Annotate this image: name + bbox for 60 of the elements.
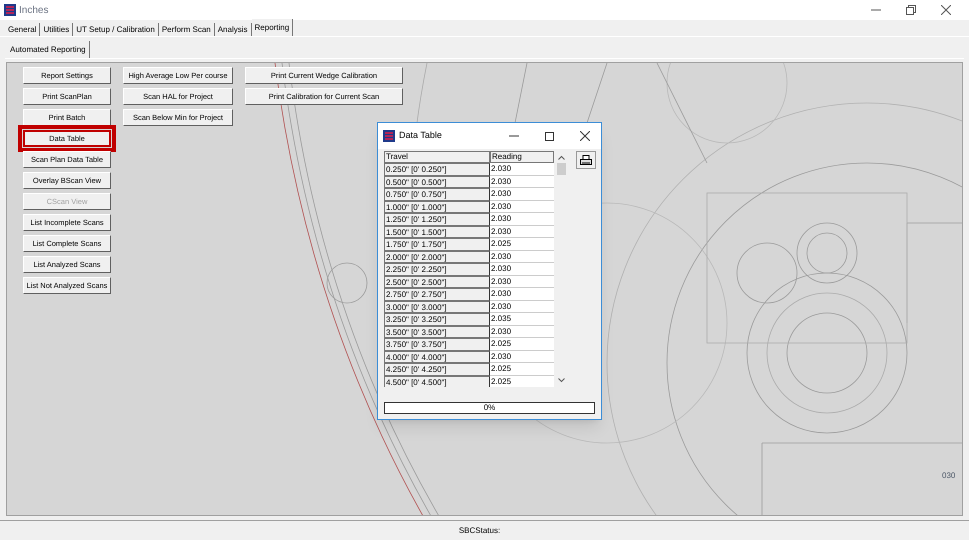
- row-header: 1.250" [0' 1.250"]: [384, 213, 490, 226]
- window-title: Inches: [19, 4, 48, 18]
- tab[interactable]: General: [5, 23, 40, 36]
- row-header: 0.500" [0' 0.500"]: [384, 176, 490, 188]
- row-header: 4.500" [0' 4.500"]: [384, 376, 490, 387]
- table-cell: 2.030: [490, 350, 554, 363]
- table-cell: 2.025: [490, 376, 554, 387]
- table-cell: 2.030: [490, 300, 554, 313]
- drawing-label: 030: [942, 470, 956, 482]
- row-header: 2.000" [0' 2.000"]: [384, 250, 490, 263]
- row-header: 0.250" [0' 0.250"]: [384, 163, 490, 176]
- scroll-up-icon[interactable]: [558, 155, 565, 160]
- close-icon[interactable]: [580, 131, 590, 141]
- scrollbar-thumb[interactable]: [557, 163, 566, 175]
- row-header: 0.750" [0' 0.750"]: [384, 188, 490, 200]
- dialog-title: Data Table: [399, 129, 442, 142]
- row-header: 4.000" [0' 4.000"]: [384, 350, 490, 363]
- tab[interactable]: Utilities: [40, 23, 74, 36]
- table-cell: 2.030: [490, 213, 554, 226]
- row-header: 3.750" [0' 3.750"]: [384, 338, 490, 350]
- tab[interactable]: Automated Reporting: [7, 41, 90, 58]
- table-cell: 2.025: [490, 363, 554, 376]
- row-header: 2.500" [0' 2.500"]: [384, 276, 490, 288]
- row-header: 3.500" [0' 3.500"]: [384, 326, 490, 338]
- scroll-down-icon[interactable]: [558, 378, 565, 383]
- progress-reading: 0%: [484, 402, 496, 414]
- restore-icon[interactable]: [906, 5, 916, 15]
- table-cell: 2.030: [490, 163, 554, 176]
- printer-icon: [580, 154, 592, 166]
- maximize-icon[interactable]: [545, 132, 554, 140]
- table-cell: 2.025: [490, 338, 554, 350]
- row-header: 3.000" [0' 3.000"]: [384, 300, 490, 313]
- table-cell: 2.030: [490, 176, 554, 188]
- row-header: 1.000" [0' 1.000"]: [384, 200, 490, 213]
- table-cell: 2.030: [490, 188, 554, 200]
- status-text: SBCStatus:: [458, 524, 500, 536]
- table-cell: 2.030: [490, 288, 554, 300]
- table-cell: 2.030: [490, 200, 554, 213]
- table-cell: 2.030: [490, 250, 554, 263]
- tab[interactable]: Perform Scan: [158, 23, 215, 36]
- app-icon: [4, 4, 16, 16]
- row-header: 2.250" [0' 2.250"]: [384, 263, 490, 276]
- row-header: 3.250" [0' 3.250"]: [384, 313, 490, 326]
- column-header[interactable]: Reading: [490, 151, 554, 163]
- row-header: 4.250" [0' 4.250"]: [384, 363, 490, 376]
- table-cell: 2.030: [490, 326, 554, 338]
- close-icon[interactable]: [941, 5, 951, 15]
- table-cell: 2.025: [490, 238, 554, 250]
- tab[interactable]: Reporting: [252, 19, 294, 36]
- table-cell: 2.030: [490, 263, 554, 276]
- row-header: 2.750" [0' 2.750"]: [384, 288, 490, 300]
- table-cell: 2.030: [490, 226, 554, 238]
- table-cell: 2.035: [490, 313, 554, 326]
- tab[interactable]: UT Setup / Calibration: [73, 23, 159, 36]
- row-header: 1.750" [0' 1.750"]: [384, 238, 490, 250]
- app-icon: [383, 130, 395, 142]
- column-header[interactable]: Travel: [384, 151, 490, 163]
- print-button[interactable]: [576, 151, 596, 169]
- table-cell: 2.030: [490, 276, 554, 288]
- row-header: 1.500" [0' 1.500"]: [384, 226, 490, 238]
